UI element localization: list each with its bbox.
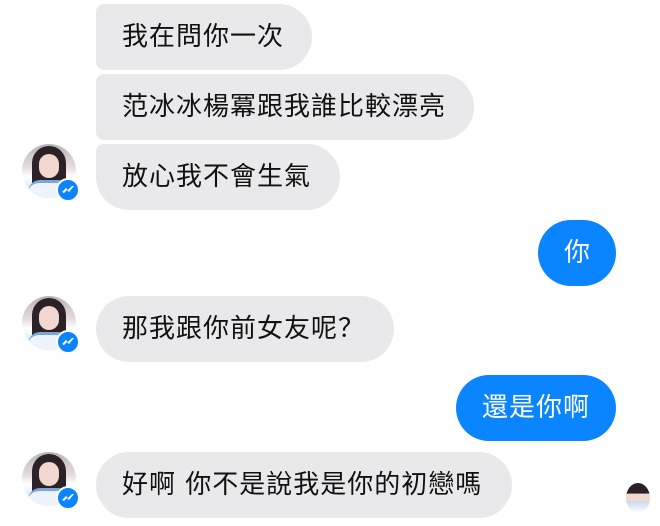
contact-avatar[interactable] (22, 452, 80, 510)
incoming-message: 放心我不會生氣 (96, 144, 340, 210)
incoming-message: 我在問你一次 (96, 4, 312, 70)
outgoing-message: 你 (538, 220, 616, 286)
outgoing-message: 還是你啊 (456, 375, 616, 441)
contact-avatar[interactable] (22, 144, 80, 202)
messenger-icon (56, 486, 80, 510)
incoming-message: 范冰冰楊冪跟我誰比較漂亮 (96, 74, 474, 140)
messenger-icon (56, 330, 80, 354)
read-receipt-avatar (626, 483, 650, 513)
incoming-message: 好啊 你不是說我是你的初戀嗎 (96, 452, 512, 518)
contact-avatar[interactable] (22, 296, 80, 354)
incoming-message: 那我跟你前女友呢？ (96, 296, 394, 362)
messenger-icon (56, 178, 80, 202)
